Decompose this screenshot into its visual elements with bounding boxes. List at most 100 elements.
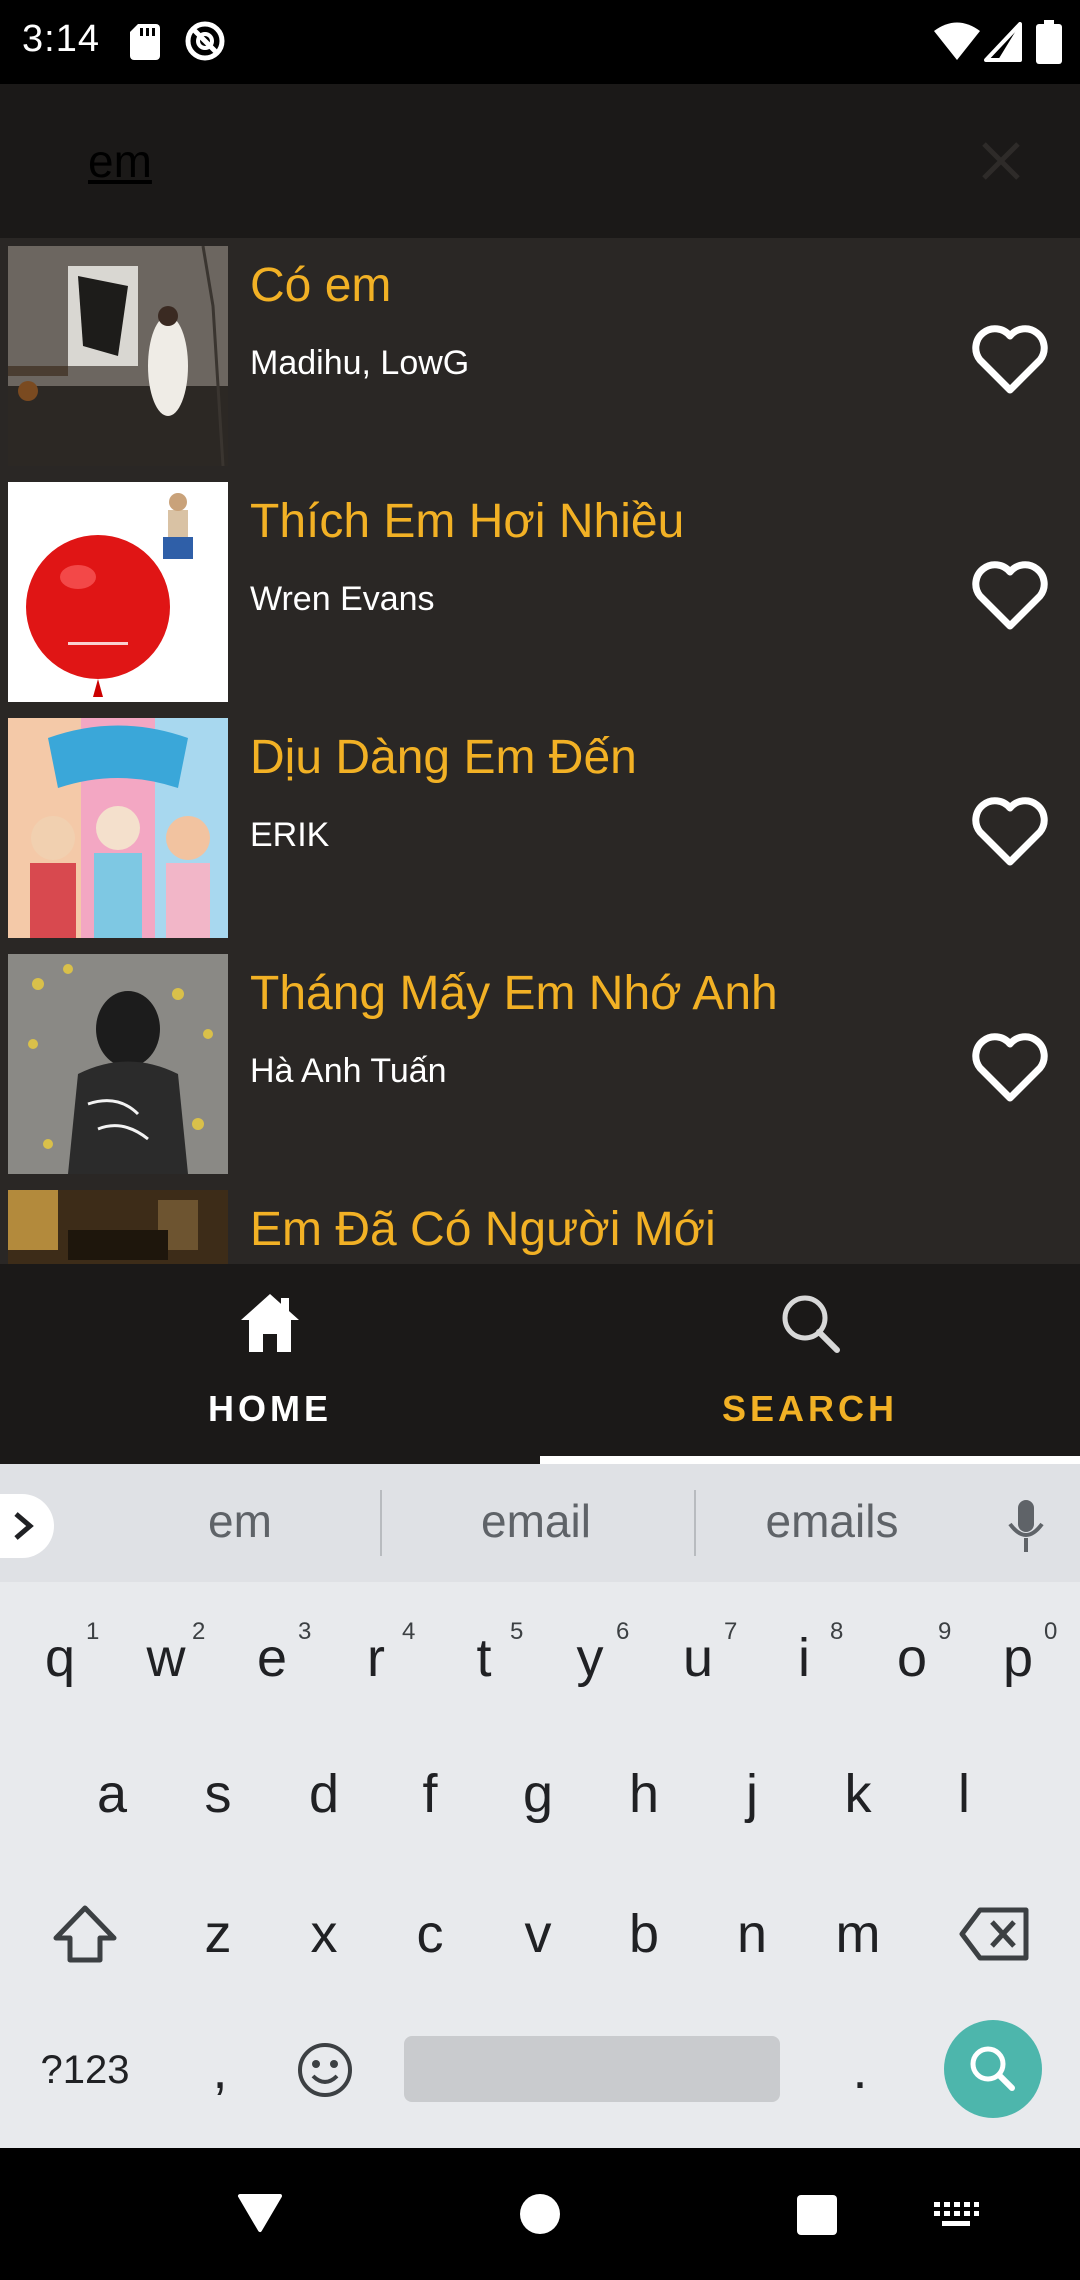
suggestion-2[interactable]: email: [436, 1494, 636, 1548]
key-label: u: [682, 1628, 714, 1688]
key-d[interactable]: d: [280, 1734, 368, 1854]
key-y[interactable]: y6: [546, 1598, 634, 1718]
key-r[interactable]: r4: [332, 1598, 420, 1718]
key-c[interactable]: c: [386, 1874, 474, 1994]
home-icon: [241, 1294, 299, 1352]
backspace-icon: [959, 1907, 1029, 1961]
key-o[interactable]: o9: [868, 1598, 956, 1718]
keyboard-search-key[interactable]: [944, 2020, 1042, 2118]
sd-card-icon: [130, 24, 160, 60]
shift-key[interactable]: [40, 1874, 130, 1994]
key-label: t: [476, 1628, 492, 1688]
suggestion-divider: [380, 1490, 382, 1556]
key-b[interactable]: b: [600, 1874, 688, 1994]
key-m[interactable]: m: [814, 1874, 902, 1994]
search-header: [0, 84, 1080, 238]
song-row[interactable]: Em Đã Có Người Mới: [0, 1182, 1080, 1264]
key-w[interactable]: w2: [122, 1598, 210, 1718]
search-icon: [782, 1295, 840, 1353]
emoji-key[interactable]: [280, 2010, 370, 2130]
key-label: r: [367, 1628, 385, 1688]
key-hint: 8: [830, 1618, 844, 1645]
status-time: 3:14: [22, 18, 100, 60]
key-hint: 1: [86, 1618, 100, 1645]
backspace-key[interactable]: [950, 1874, 1040, 1994]
song-row[interactable]: Dịu Dàng Em Đến ERIK: [0, 710, 1080, 946]
key-label: q: [44, 1628, 76, 1688]
key-f[interactable]: f: [386, 1734, 474, 1854]
key-a[interactable]: a: [68, 1734, 156, 1854]
key-label: i: [798, 1628, 810, 1688]
data-saver-icon: [185, 21, 225, 61]
key-label: p: [1002, 1628, 1034, 1688]
key-label: y: [576, 1628, 604, 1688]
bottom-navigation: HOME SEARCH: [0, 1264, 1080, 1464]
home-circle-icon[interactable]: [518, 2192, 562, 2236]
recents-icon[interactable]: [796, 2194, 838, 2236]
key-i[interactable]: i8: [760, 1598, 848, 1718]
nav-home-tab[interactable]: HOME: [0, 1264, 540, 1464]
key-x[interactable]: x: [280, 1874, 368, 1994]
chevron-right-icon: [14, 1512, 34, 1540]
nav-search-tab[interactable]: SEARCH: [540, 1264, 1080, 1464]
key-hint: 9: [938, 1618, 952, 1645]
back-icon[interactable]: [236, 2192, 284, 2234]
key-hint: 7: [724, 1618, 738, 1645]
song-title: Thích Em Hơi Nhiều: [250, 495, 685, 548]
nav-home-label: HOME: [208, 1388, 332, 1429]
search-results-list[interactable]: Có em Madihu, LowG Thích Em Hơi Nhiều Wr…: [0, 238, 1080, 1264]
favorite-heart-icon[interactable]: [970, 1032, 1050, 1104]
symbols-key[interactable]: ?123: [20, 2010, 150, 2130]
song-row[interactable]: Có em Madihu, LowG: [0, 238, 1080, 474]
key-h[interactable]: h: [600, 1734, 688, 1854]
key-n[interactable]: n: [708, 1874, 796, 1994]
key-k[interactable]: k: [814, 1734, 902, 1854]
onscreen-keyboard: em email emails q1 w2 e3 r4 t5 y6 u7 i8 …: [0, 1464, 1080, 2148]
album-cover-image: [8, 954, 228, 1174]
key-label: e: [256, 1628, 288, 1688]
key-l[interactable]: l: [920, 1734, 1008, 1854]
active-tab-indicator: [540, 1456, 1080, 1464]
song-row[interactable]: Thích Em Hơi Nhiều Wren Evans: [0, 474, 1080, 710]
song-artist: ERIK: [250, 816, 330, 854]
space-key[interactable]: [404, 2036, 780, 2102]
key-p[interactable]: p0: [974, 1598, 1062, 1718]
search-input[interactable]: [88, 126, 848, 196]
nav-search-label: SEARCH: [721, 1388, 898, 1429]
song-artist: Hà Anh Tuấn: [250, 1052, 447, 1090]
key-z[interactable]: z: [174, 1874, 262, 1994]
key-hint: 3: [298, 1618, 312, 1645]
cellular-signal-icon: [984, 22, 1022, 62]
favorite-heart-icon[interactable]: [970, 560, 1050, 632]
album-cover-image: [8, 718, 228, 938]
shift-icon: [53, 1905, 117, 1963]
key-hint: 4: [402, 1618, 416, 1645]
favorite-heart-icon[interactable]: [970, 324, 1050, 396]
song-title: Dịu Dàng Em Đến: [250, 731, 637, 784]
clear-search-button[interactable]: [976, 136, 1026, 186]
key-u[interactable]: u7: [654, 1598, 742, 1718]
key-v[interactable]: v: [494, 1874, 582, 1994]
microphone-icon[interactable]: [1004, 1498, 1048, 1554]
key-s[interactable]: s: [174, 1734, 262, 1854]
suggestion-3[interactable]: emails: [732, 1494, 932, 1548]
system-navigation-bar: [0, 2148, 1080, 2280]
key-label: w: [146, 1628, 186, 1688]
key-e[interactable]: e3: [228, 1598, 316, 1718]
album-cover-image: [8, 246, 228, 466]
favorite-heart-icon[interactable]: [970, 796, 1050, 868]
search-icon: [970, 2046, 1015, 2091]
period-key[interactable]: .: [816, 2010, 904, 2130]
key-j[interactable]: j: [708, 1734, 796, 1854]
comma-key[interactable]: ,: [176, 2010, 264, 2130]
key-g[interactable]: g: [494, 1734, 582, 1854]
key-q[interactable]: q1: [16, 1598, 104, 1718]
suggestion-1[interactable]: em: [140, 1494, 340, 1548]
key-t[interactable]: t5: [440, 1598, 528, 1718]
keyboard-switch-icon[interactable]: [932, 2200, 980, 2230]
battery-icon: [1036, 20, 1062, 64]
song-row[interactable]: Tháng Mấy Em Nhớ Anh Hà Anh Tuấn: [0, 946, 1080, 1182]
emoji-icon: [298, 2043, 352, 2097]
suggestion-strip: em email emails: [0, 1464, 1080, 1582]
expand-suggestions-button[interactable]: [0, 1494, 54, 1558]
